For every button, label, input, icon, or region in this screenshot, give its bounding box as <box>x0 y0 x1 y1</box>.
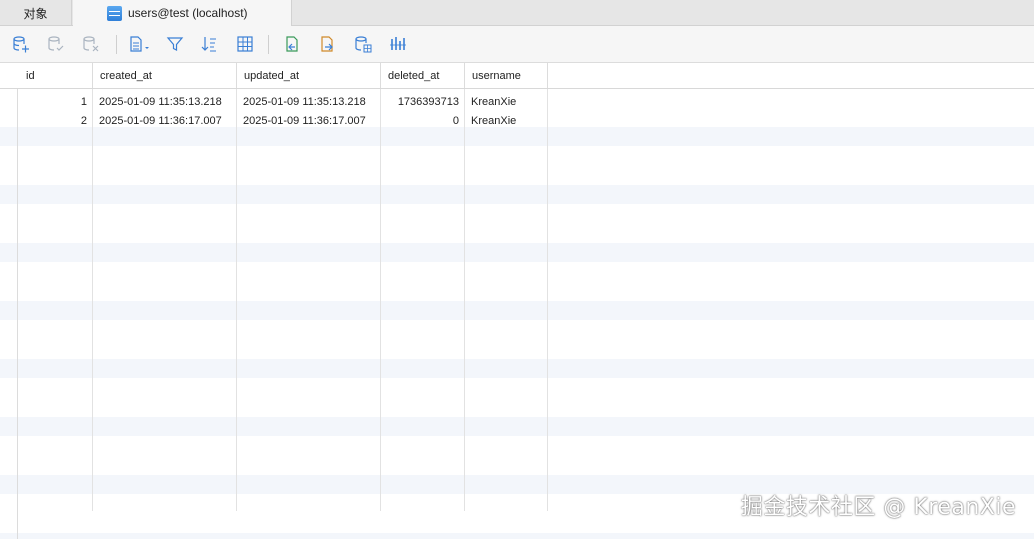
data-grid: id created_at updated_at deleted_at user… <box>0 63 1034 539</box>
cell-id[interactable]: 2 <box>19 111 93 130</box>
column-divider <box>464 89 465 511</box>
table-icon <box>107 5 122 21</box>
row-stripe <box>0 301 1034 320</box>
delete-record-icon[interactable] <box>82 35 100 53</box>
export-icon[interactable] <box>318 35 336 53</box>
import-icon[interactable] <box>283 35 301 53</box>
save-record-icon[interactable] <box>47 35 65 53</box>
tab-objects-label: 对象 <box>23 6 48 21</box>
cell-id[interactable]: 1 <box>19 92 93 111</box>
tab-bar: 对象 users@test (localhost) <box>0 0 1034 26</box>
chart-icon[interactable] <box>389 35 407 53</box>
cell-username[interactable]: KreanXie <box>464 111 547 130</box>
column-divider <box>92 89 93 511</box>
cell-created-at[interactable]: 2025-01-09 11:36:17.007 <box>92 111 236 130</box>
table-row[interactable]: 1 2025-01-09 11:35:13.218 2025-01-09 11:… <box>0 92 1034 111</box>
cell-deleted-at[interactable]: 1736393713 <box>380 92 465 111</box>
row-stripe <box>0 417 1034 436</box>
table-row[interactable]: 2 2025-01-09 11:36:17.007 2025-01-09 11:… <box>0 111 1034 130</box>
cell-deleted-at[interactable]: 0 <box>380 111 465 130</box>
add-record-icon[interactable] <box>12 35 30 53</box>
cell-updated-at[interactable]: 2025-01-09 11:35:13.218 <box>236 92 380 111</box>
column-header-created-at[interactable]: created_at <box>93 63 237 88</box>
column-header-username[interactable]: username <box>465 63 548 88</box>
row-stripe <box>0 185 1034 204</box>
watermark: 掘金技术社区 @ KreanXie <box>740 495 1016 520</box>
column-header-label: id <box>26 69 35 82</box>
sort-icon[interactable] <box>200 35 218 53</box>
row-stripe <box>0 243 1034 262</box>
column-divider <box>547 89 548 511</box>
tab-users-table[interactable]: users@test (localhost) <box>73 0 292 26</box>
tab-users-table-label: users@test (localhost) <box>128 6 248 20</box>
toolbar-divider <box>116 35 117 54</box>
column-header-label: username <box>472 69 521 82</box>
column-header-label: created_at <box>100 69 152 82</box>
column-header-label: deleted_at <box>388 69 440 82</box>
column-header-id[interactable]: id <box>19 63 93 88</box>
cell-username[interactable]: KreanXie <box>464 92 547 111</box>
column-header-updated-at[interactable]: updated_at <box>237 63 381 88</box>
toolbar-divider <box>268 35 269 54</box>
table-header: id created_at updated_at deleted_at user… <box>0 63 1034 89</box>
row-stripe <box>0 359 1034 378</box>
column-divider <box>236 89 237 511</box>
row-stripe <box>0 533 1034 539</box>
column-header-label: updated_at <box>244 69 300 82</box>
toolbar <box>0 26 1034 63</box>
cell-updated-at[interactable]: 2025-01-09 11:36:17.007 <box>236 111 380 130</box>
data-generation-icon[interactable] <box>354 35 372 53</box>
row-gutter <box>0 63 18 539</box>
filter-icon[interactable] <box>166 35 184 53</box>
tab-objects[interactable]: 对象 <box>0 0 72 26</box>
column-header-deleted-at[interactable]: deleted_at <box>381 63 465 88</box>
text-view-icon[interactable] <box>128 35 152 53</box>
grid-view-icon[interactable] <box>236 35 254 53</box>
column-divider <box>380 89 381 511</box>
cell-created-at[interactable]: 2025-01-09 11:35:13.218 <box>92 92 236 111</box>
